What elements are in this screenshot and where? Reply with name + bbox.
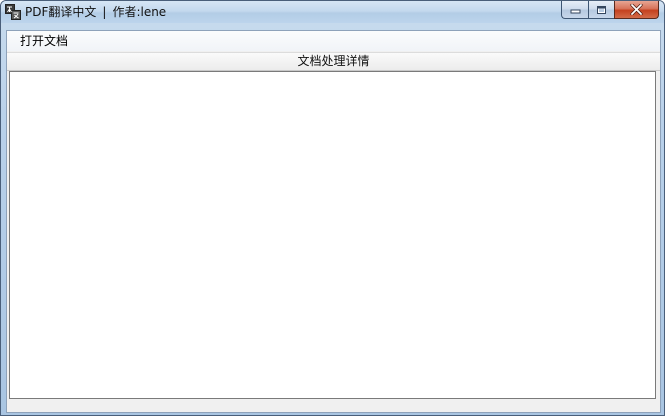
details-textarea[interactable] [9, 71, 656, 399]
menu-bar: 打开文档 [7, 31, 660, 51]
title-app-name: PDF翻译中文 [25, 5, 97, 19]
client-area: 打开文档 文档处理详情 [6, 30, 661, 413]
maximize-icon [597, 5, 606, 14]
title-bar[interactable]: PDF翻译中文 | 作者:lene [1, 1, 664, 23]
app-window: PDF翻译中文 | 作者:lene 打开文档 文档处理详情 [0, 0, 665, 416]
status-bar [7, 400, 660, 412]
maximize-button[interactable] [588, 1, 614, 19]
close-button[interactable] [614, 1, 659, 19]
caption-buttons [561, 1, 659, 19]
minimize-button[interactable] [561, 1, 588, 19]
window-title: PDF翻译中文 | 作者:lene [25, 4, 166, 20]
translate-icon [5, 4, 21, 20]
details-header: 文档处理详情 [7, 52, 660, 71]
close-icon [630, 4, 643, 15]
title-separator: | [102, 5, 107, 19]
title-author: 作者:lene [112, 5, 167, 19]
minimize-icon [570, 9, 580, 14]
menu-item-open-document[interactable]: 打开文档 [14, 33, 74, 49]
